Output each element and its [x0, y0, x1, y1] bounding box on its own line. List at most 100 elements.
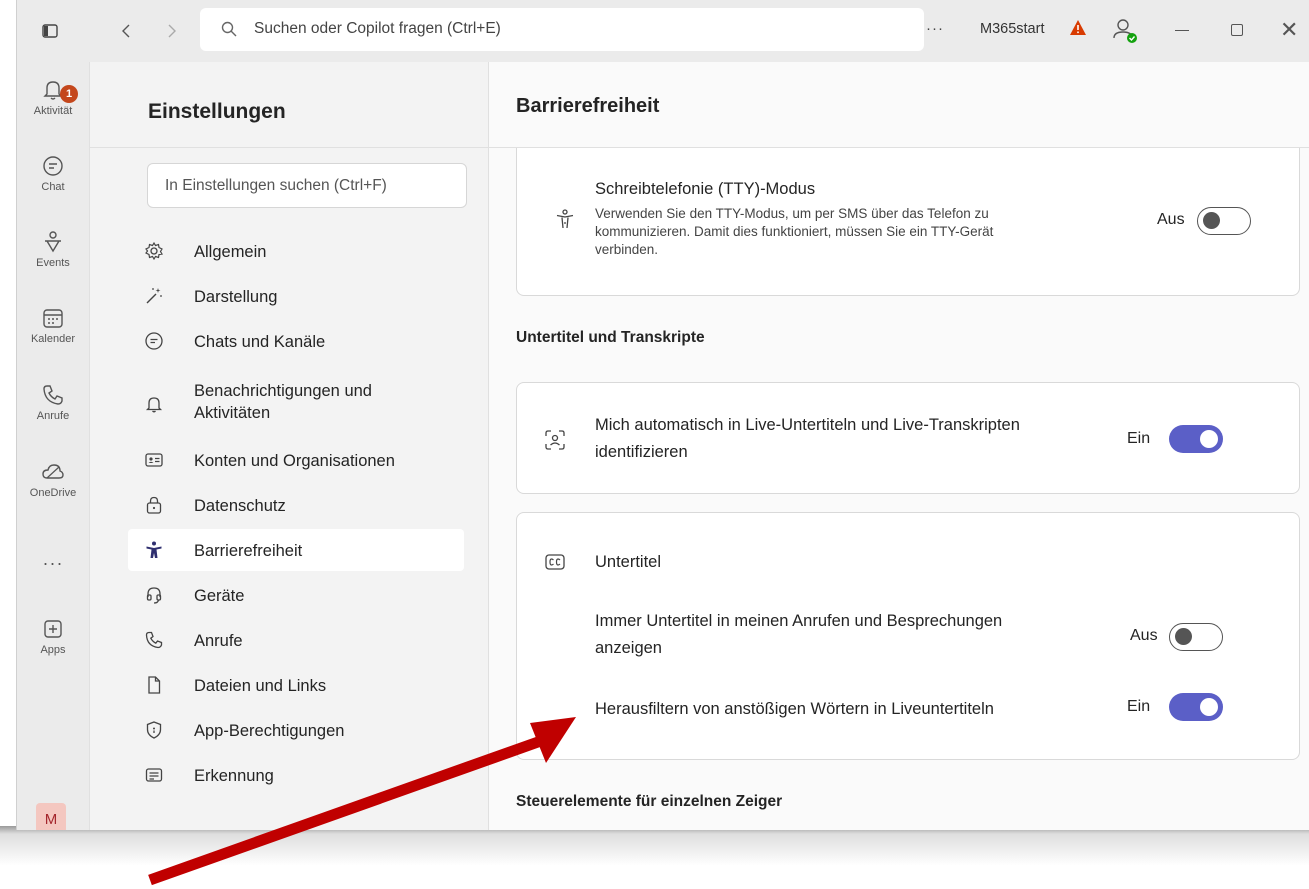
identify-toggle-state: Ein	[1127, 430, 1151, 447]
cloud-icon	[42, 464, 64, 479]
rail-calendar-label: Kalender	[30, 333, 76, 345]
title-bar: Suchen oder Copilot fragen (Ctrl+E) ··· …	[17, 0, 1309, 62]
tty-description-line: verbinden.	[595, 242, 659, 257]
person-scan-icon	[545, 430, 565, 450]
nav-item-darstellung[interactable]: Darstellung	[128, 275, 464, 317]
close-icon[interactable]: ✕	[1280, 17, 1298, 43]
lock-icon	[146, 496, 162, 514]
tty-description-line: kommunizieren. Damit dies funktioniert, …	[595, 224, 994, 239]
sidebar-toggle-icon[interactable]	[41, 22, 59, 40]
maximize-icon[interactable]	[1231, 24, 1243, 36]
rail-apps-label: Apps	[40, 644, 66, 656]
nav-item-label: Darstellung	[194, 288, 278, 306]
rail-chat-label: Chat	[41, 181, 65, 193]
settings-search-input[interactable]: In Einstellungen suchen (Ctrl+F)	[147, 163, 467, 208]
headset-icon	[146, 587, 162, 604]
global-search-box[interactable]: Suchen oder Copilot fragen (Ctrl+E)	[200, 8, 924, 51]
rail-calls-label: Anrufe	[36, 410, 70, 422]
divider	[90, 147, 489, 148]
nav-item-label: Barrierefreiheit	[194, 542, 303, 560]
always-captions-toggle-state: Aus	[1130, 627, 1158, 644]
nav-item-label: Erkennung	[194, 767, 274, 785]
rail-calendar[interactable]: Kalender	[17, 306, 89, 345]
closed-captions-icon	[545, 554, 565, 570]
events-icon	[45, 231, 61, 253]
nav-item-geraete[interactable]: Geräte	[128, 574, 464, 616]
contact-card-icon	[145, 453, 163, 467]
rail-chat[interactable]: Chat	[17, 154, 89, 193]
magic-wand-icon	[146, 288, 162, 304]
nav-item-label: Dateien und Links	[194, 677, 327, 695]
app-rail: Aktivität 1 Chat Events Kalender Anrufe	[17, 62, 89, 830]
tty-card: Schreibtelefonie (TTY)-Modus Verwenden S…	[516, 148, 1300, 296]
tty-toggle[interactable]	[1197, 207, 1251, 235]
profanity-filter-toggle[interactable]	[1169, 693, 1223, 721]
settings-content: Barrierefreiheit Schreibtelefonie (TTY)-…	[488, 62, 1309, 830]
gear-icon	[145, 241, 163, 261]
nav-item-benachrichtigungen[interactable]: Benachrichtigungen und Aktivitäten	[128, 382, 464, 425]
nav-item-barrierefreiheit[interactable]: Barrierefreiheit	[128, 529, 464, 571]
rail-onedrive-label: OneDrive	[29, 487, 77, 499]
captions-card: Untertitel Immer Untertitel in meinen An…	[516, 512, 1300, 760]
nav-item-label: Konten und Organisationen	[194, 452, 395, 470]
tty-description-line: Verwenden Sie den TTY-Modus, um per SMS …	[595, 206, 989, 221]
identify-toggle[interactable]	[1169, 425, 1223, 453]
profanity-filter-toggle-state: Ein	[1127, 698, 1151, 715]
nav-item-allgemein[interactable]: Allgemein	[128, 230, 464, 272]
minimize-icon[interactable]	[1175, 30, 1189, 31]
identify-card: Mich automatisch in Live-Untertiteln und…	[516, 382, 1300, 494]
always-captions-label-line: anzeigen	[595, 639, 662, 657]
section-header-captions: Untertitel und Transkripte	[516, 329, 705, 346]
back-icon[interactable]	[118, 22, 136, 40]
warning-icon[interactable]	[1069, 19, 1087, 37]
nav-item-dateien[interactable]: Dateien und Links	[128, 664, 464, 706]
more-options-icon[interactable]: ···	[926, 20, 944, 37]
nav-item-datenschutz[interactable]: Datenschutz	[128, 484, 464, 526]
search-placeholder: Suchen oder Copilot fragen (Ctrl+E)	[254, 20, 501, 37]
shield-icon	[146, 721, 162, 739]
nav-item-label: Geräte	[194, 587, 245, 605]
nav-item-app-berechtigungen[interactable]: App-Berechtigungen	[128, 709, 464, 751]
accessibility-icon	[146, 541, 162, 558]
org-name[interactable]: M365start	[980, 21, 1044, 37]
accessibility-outline-icon	[556, 209, 574, 229]
chat-icon	[43, 156, 63, 176]
nav-item-erkennung[interactable]: Erkennung	[128, 754, 464, 796]
profanity-filter-label: Herausfiltern von anstößigen Wörtern in …	[595, 700, 994, 718]
page-title: Barrierefreiheit	[516, 95, 660, 117]
screenshot-stage: Suchen oder Copilot fragen (Ctrl+E) ··· …	[0, 0, 1309, 889]
calendar-icon	[43, 309, 63, 328]
nav-item-label: Chats und Kanäle	[194, 333, 326, 351]
always-captions-toggle[interactable]	[1169, 623, 1223, 651]
forward-icon[interactable]	[162, 22, 180, 40]
add-apps-icon	[44, 620, 62, 638]
settings-nav: Einstellungen In Einstellungen suchen (C…	[89, 62, 489, 830]
nav-item-chats[interactable]: Chats und Kanäle	[128, 320, 464, 362]
settings-title: Einstellungen	[148, 100, 286, 123]
nav-item-label: Anrufe	[194, 632, 243, 650]
rail-events[interactable]: Events	[17, 230, 89, 269]
person-status-icon[interactable]	[1112, 16, 1140, 46]
phone-icon	[145, 631, 163, 649]
identify-label-line: identifizieren	[595, 443, 688, 461]
tty-toggle-state: Aus	[1157, 211, 1185, 228]
section-header-pointer: Steuerelemente für einzelnen Zeiger	[516, 793, 783, 810]
identify-label-line: Mich automatisch in Live-Untertiteln und…	[595, 416, 1020, 434]
captions-title: Untertitel	[595, 553, 662, 571]
rail-events-label: Events	[36, 257, 70, 269]
search-icon	[220, 20, 238, 43]
text-box-icon	[145, 768, 163, 782]
nav-item-label: Datenschutz	[194, 497, 286, 515]
rail-activity[interactable]: Aktivität 1	[17, 78, 89, 117]
rail-calls[interactable]: Anrufe	[17, 383, 89, 422]
activity-badge: 1	[60, 85, 78, 103]
rail-apps[interactable]: Apps	[17, 617, 89, 656]
rail-activity-label: Aktivität	[33, 105, 73, 117]
nav-item-konten[interactable]: Konten und Organisationen	[128, 439, 464, 481]
avatar[interactable]: M	[36, 803, 66, 830]
rail-onedrive[interactable]: OneDrive	[17, 460, 89, 499]
rail-more-icon[interactable]: ···	[17, 553, 89, 574]
document-icon	[148, 676, 161, 694]
nav-item-anrufe[interactable]: Anrufe	[128, 619, 464, 661]
phone-icon	[43, 385, 63, 405]
